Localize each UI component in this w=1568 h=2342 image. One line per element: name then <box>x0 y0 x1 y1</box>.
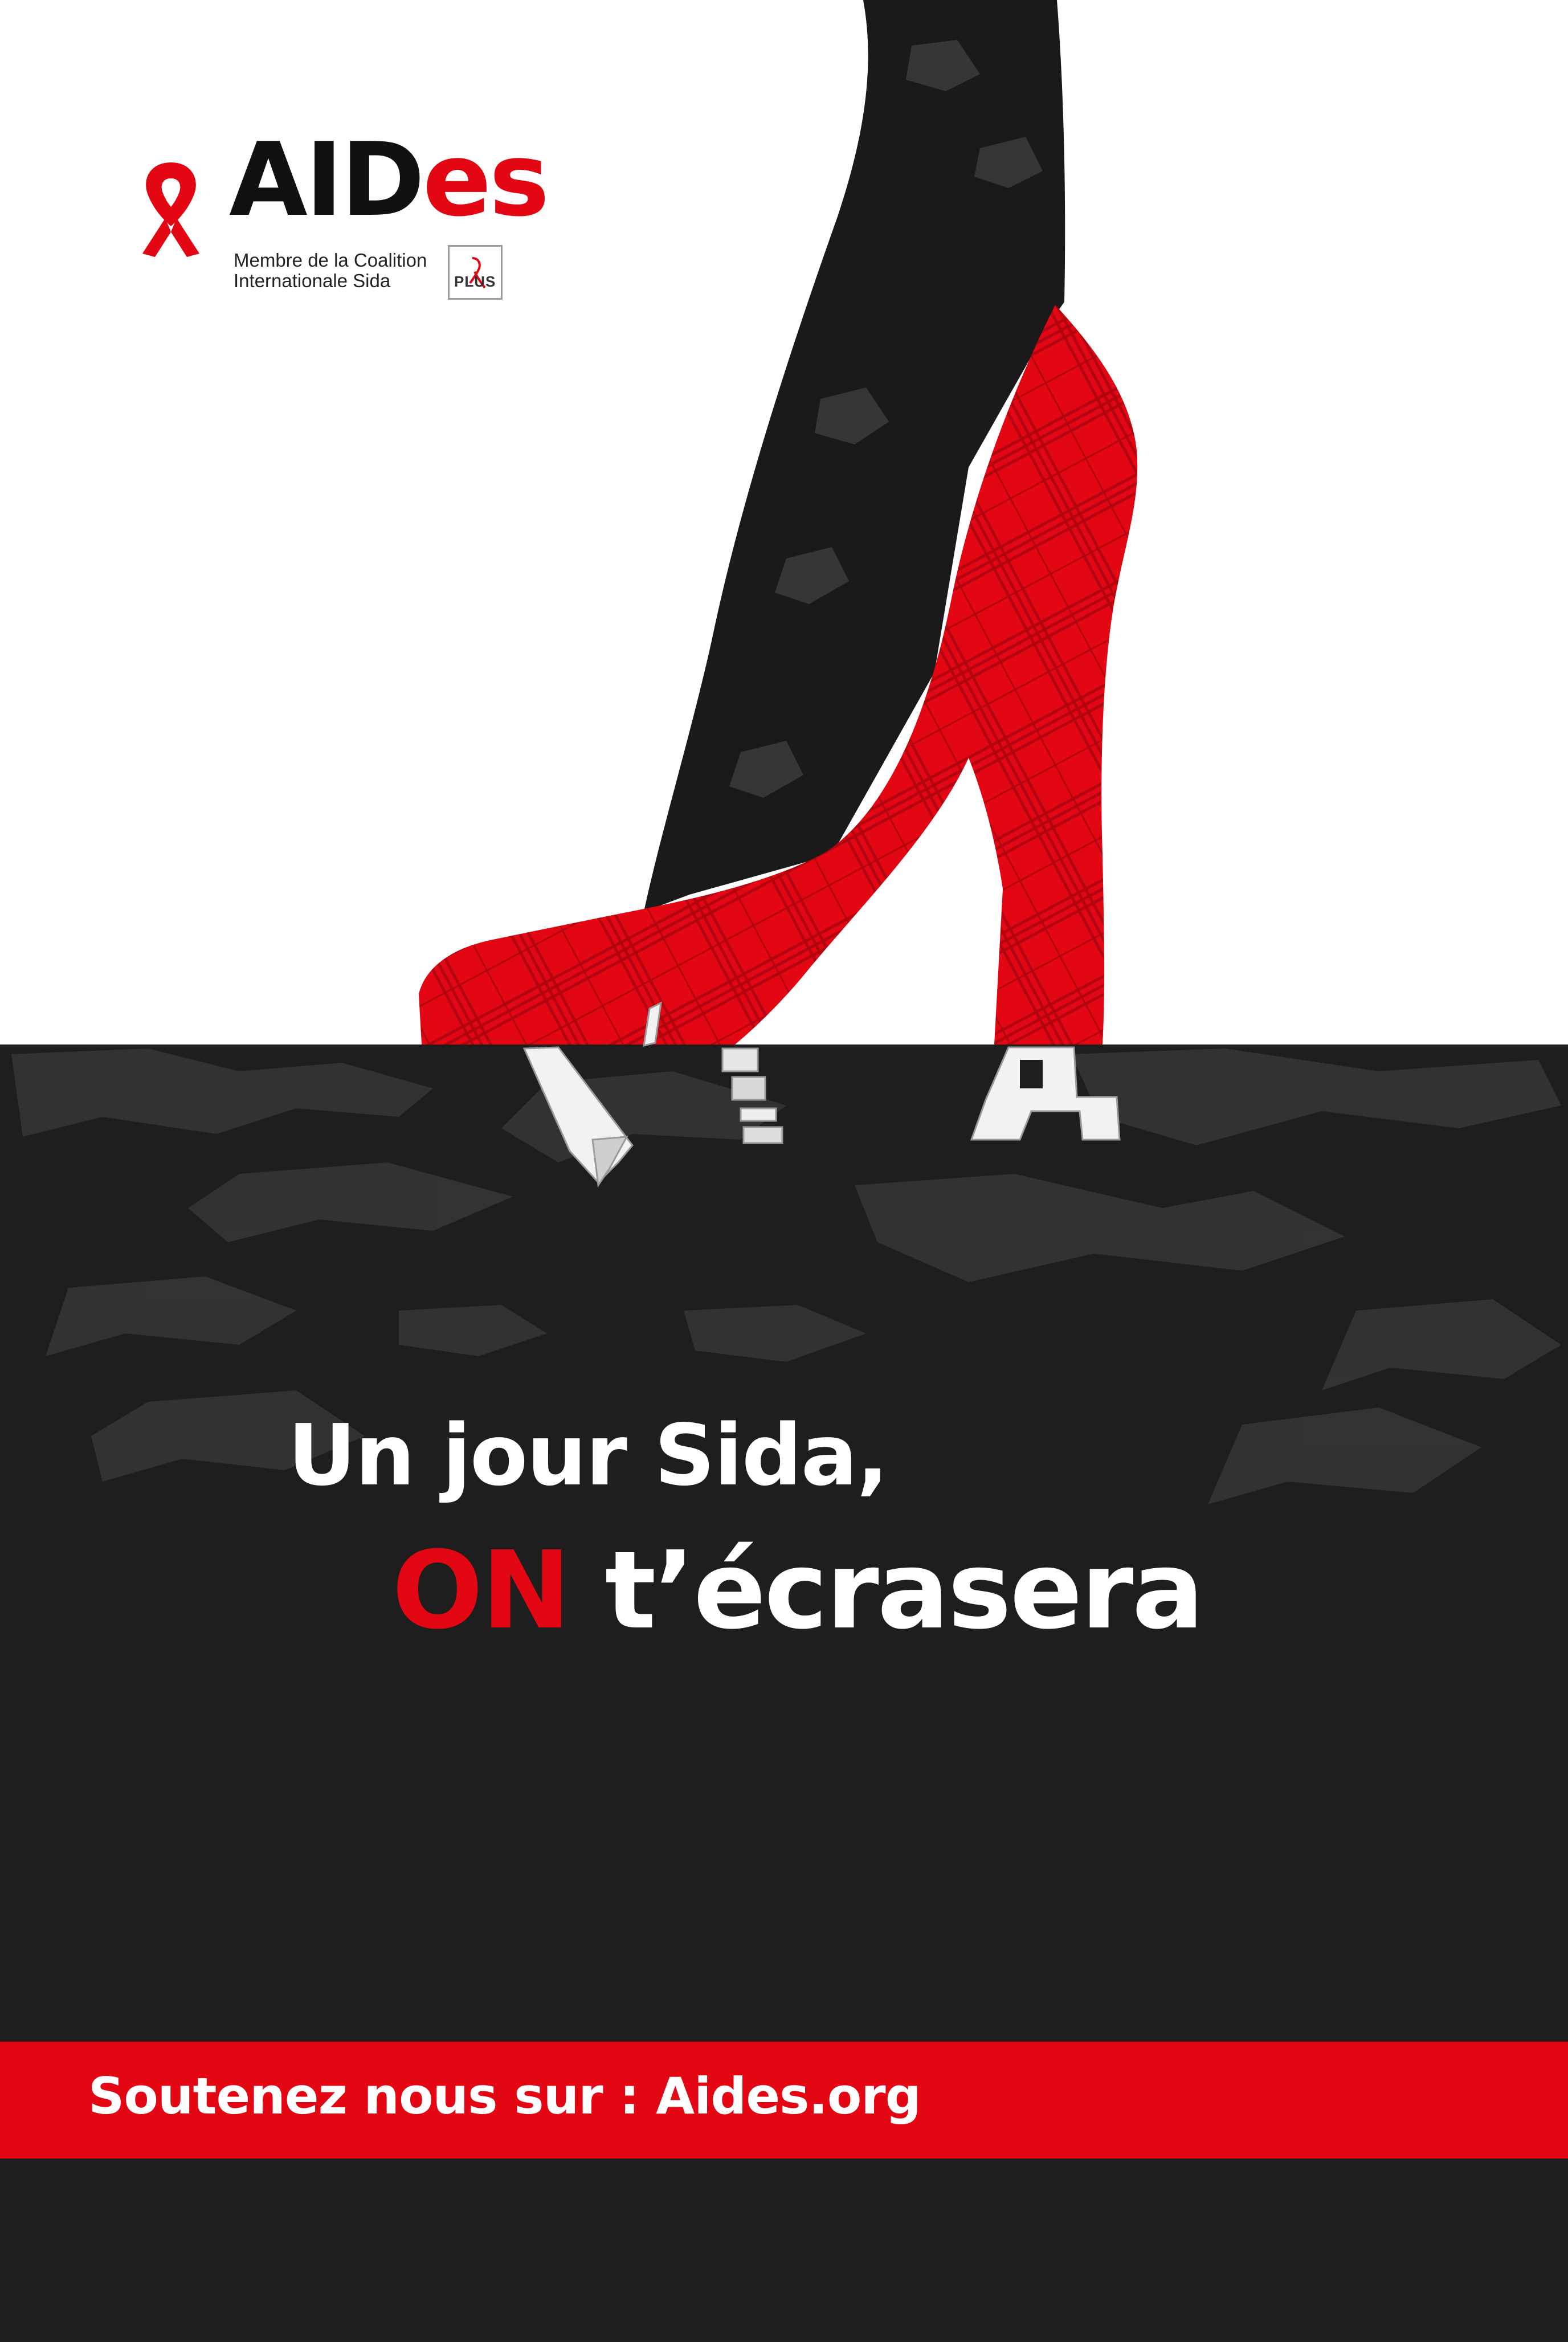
logo-wordmark: AIDes <box>229 121 549 239</box>
plus-badge-text: PLUS <box>454 273 496 290</box>
poster: AIDes Membre de la Coalition Internation… <box>0 0 1568 2342</box>
headline-rest: t’écrasera <box>605 1528 1204 1653</box>
aides-logo: AIDes Membre de la Coalition Internation… <box>131 129 549 302</box>
illustration <box>0 0 1568 2342</box>
coalition-plus-badge: PLUS <box>448 245 503 300</box>
headline-highlight: ON <box>392 1528 571 1653</box>
red-ribbon-icon <box>142 162 199 257</box>
headline-line2: ON t’écrasera <box>392 1537 1204 1645</box>
support-banner: Soutenez nous sur : Aides.org <box>0 2042 1568 2159</box>
logo-subtitle-line2: Internationale Sida <box>234 270 391 291</box>
logo-subtitle: Membre de la Coalition Internationale Si… <box>234 250 427 291</box>
support-link-text[interactable]: Soutenez nous sur : Aides.org <box>88 2071 921 2121</box>
logo-subtitle-line1: Membre de la Coalition <box>234 250 427 271</box>
headline-line1: Un jour Sida, <box>288 1406 889 1504</box>
